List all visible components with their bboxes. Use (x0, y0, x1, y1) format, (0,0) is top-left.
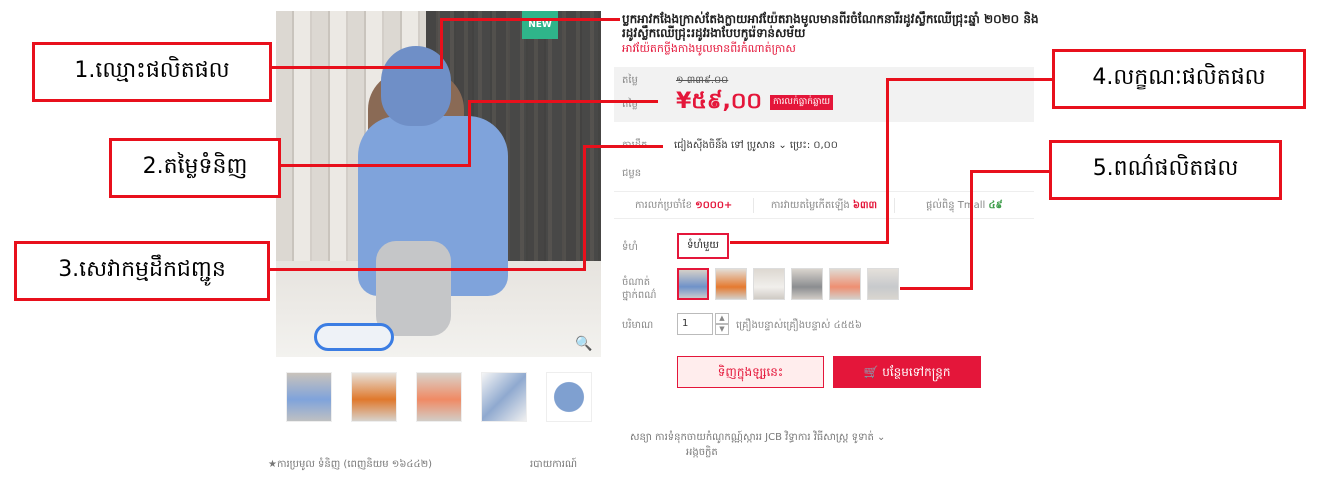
size-label: ទំហំ (622, 242, 638, 253)
quantity-input[interactable]: 1 (677, 313, 713, 335)
connector-line-2 (280, 164, 470, 167)
add-to-cart-button[interactable]: 🛒 បន្ថែមទៅកន្ត្រក (833, 356, 981, 388)
connector-line-3 (583, 145, 586, 271)
price-label: តម្លៃ (622, 75, 638, 86)
connector-line-5 (972, 170, 1052, 173)
quantity-label: បរិមាណ (622, 320, 654, 331)
color-label: ចំណាត់ថ្នាក់ពណ៌ (622, 277, 657, 301)
color-option-blue[interactable] (677, 268, 709, 300)
color-option-white[interactable] (753, 268, 785, 300)
color-option-gray[interactable] (791, 268, 823, 300)
connector-line-4 (730, 241, 889, 244)
promo-tag: ការលក់ធ្លាក់ឆ្លាយ (770, 95, 834, 110)
promo-text: អាវយ៉ែតកច្លីងកាងមូលមានពីរកំណាត់ក្រាស (622, 42, 796, 55)
color-option-orange[interactable] (715, 268, 747, 300)
model-shoe (314, 323, 394, 351)
product-title: ប្លកអាវកងែងក្រាស់តែងក្លាយអាវយ៉ែតរាងមូលមា… (622, 12, 1039, 40)
thumbnail-3[interactable] (415, 372, 462, 422)
model-leg (376, 241, 451, 336)
stat-reviews[interactable]: ការវាយតម្លៃកើតឡើង ៦៣៣ (754, 197, 895, 213)
connector-line-1 (272, 66, 442, 69)
sale-price: ¥៥៩,០០ (676, 89, 762, 114)
report-link[interactable]: របាយការណ៍ (530, 457, 577, 472)
connector-line-5 (970, 170, 973, 290)
annotation-price: 2.តម្លៃទំនិញ (109, 138, 281, 198)
buy-now-button[interactable]: ទិញក្នុងឡ្សនេះ (677, 356, 824, 388)
new-badge: NEW (522, 11, 558, 39)
color-options (677, 268, 899, 300)
stock-text: គ្រឿងបន្ទាស់គ្រឿងបន្ទាស់ ៤៥៥៦ (736, 320, 862, 331)
annotation-product-color: 5.ពណ៌ផលិតផល (1049, 140, 1282, 200)
shipping-info[interactable]: ជៀងស៊ីងចិនិ៍ង ទៅ ប្រូសាន ⌄ ប្រេះ: ០,០០ (674, 138, 838, 153)
connector-line-4 (886, 78, 889, 244)
stat-tmall-points: ផ្តល់ពិន្ទុ Tmall ៤៩ (926, 199, 1003, 211)
payment-methods[interactable]: សន្យា ការទំនុកចាយកំណូកណ្ណ៍ស្ការរ JCB វិទ… (630, 430, 885, 460)
connector-line-4 (888, 78, 1053, 81)
thumbnail-2[interactable] (350, 372, 397, 422)
thumbnail-4[interactable] (480, 372, 527, 422)
quantity-decrease-button[interactable]: ▼ (715, 324, 729, 335)
color-option-light[interactable] (867, 268, 899, 300)
thumbnail-strip (276, 372, 601, 426)
thumbnail-1[interactable] (285, 372, 332, 422)
connector-line-3 (583, 145, 663, 148)
connector-line-1 (440, 18, 620, 21)
size-option[interactable]: ទំហំមួយ (677, 233, 729, 259)
connector-line-2 (468, 100, 658, 103)
product-page: NEW 🔍 ★ការប្រមូល ទំនិញ (ពេញនិយម ១៦៤៤២) រ… (0, 0, 1338, 484)
color-option-coral[interactable] (829, 268, 861, 300)
payment-methods-line1: សន្យា ការទំនុកចាយកំណូកណ្ណ៍ស្ការរ JCB វិទ… (630, 432, 886, 443)
connector-line-3 (270, 268, 585, 271)
annotation-product-features: 4.លក្ខណៈផលិតផល (1052, 49, 1306, 109)
thumbnail-5[interactable] (545, 372, 592, 422)
connector-line-1 (440, 18, 443, 69)
annotation-product-name: 1.ឈ្មោះផលិតផល (32, 42, 272, 102)
favorite-link[interactable]: ★ការប្រមូល ទំនិញ (ពេញនិយម ១៦៤៤២) (268, 457, 432, 472)
annotation-shipping: 3.សេវាកម្មដឹកជញ្ជូន (14, 241, 270, 301)
stat-monthly-sales: ការលក់ប្រចាំខែ ១០០០+ (614, 197, 755, 213)
connector-line-5 (900, 287, 973, 290)
product-main-image[interactable]: NEW (276, 11, 601, 357)
quantity-increase-button[interactable]: ▲ (715, 313, 729, 324)
original-price: ១ ៣៣៩.០០ (676, 75, 729, 86)
promise-label: ជម្លន (622, 168, 642, 179)
zoom-icon[interactable]: 🔍 (575, 336, 593, 354)
connector-line-2 (468, 100, 471, 167)
payment-methods-line2: អង្កចក្លិត (686, 447, 718, 458)
